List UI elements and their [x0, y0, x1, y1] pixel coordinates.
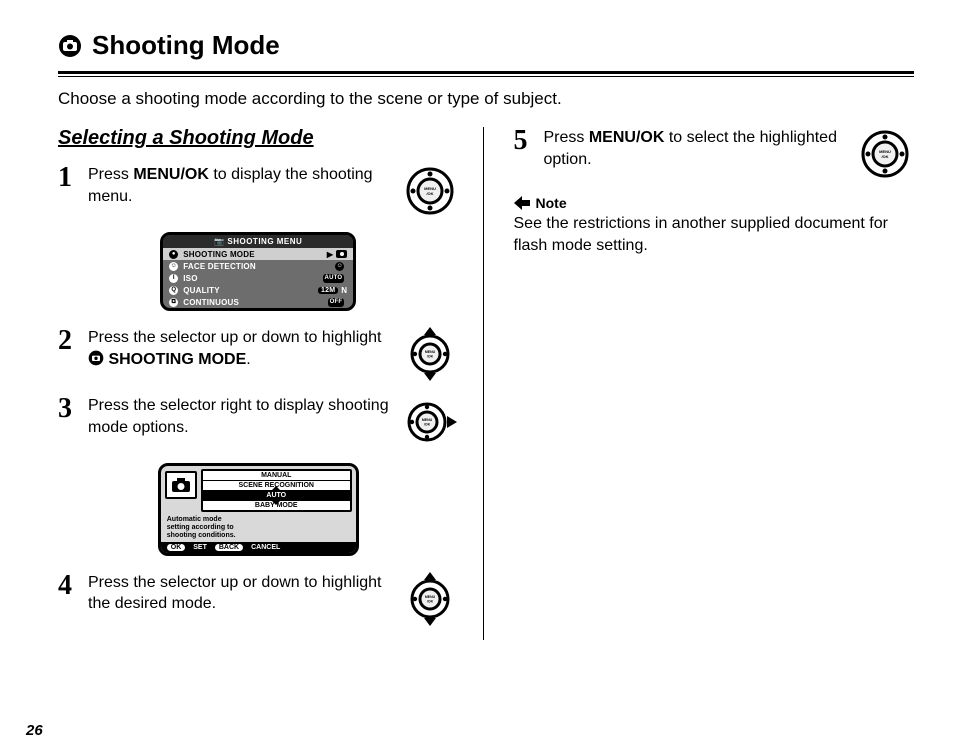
- intro-text: Choose a shooting mode according to the …: [58, 89, 914, 109]
- opt-footer: OK SET BACK CANCEL: [161, 542, 356, 553]
- step-1: 1 Press MENU/OK to display the shooting …: [58, 164, 459, 218]
- opt-description: Automatic mode setting according to shoo…: [161, 512, 356, 541]
- left-column: Selecting a Shooting Mode 1 Press MENU/O…: [58, 127, 484, 640]
- step-number: 3: [58, 395, 78, 423]
- step-body: Press the selector up or down to highlig…: [88, 327, 391, 370]
- svg-text:MENU: MENU: [424, 350, 435, 354]
- step-body: Press the selector up or down to highlig…: [88, 572, 391, 615]
- page-number: 26: [26, 722, 43, 739]
- step-body: Press MENU/OK to select the highlighted …: [544, 127, 847, 170]
- page-title: Shooting Mode: [58, 30, 914, 65]
- opt-item: MANUAL: [203, 471, 350, 481]
- step-3: 3 Press the selector right to display sh…: [58, 395, 459, 449]
- step-4: 4 Press the selector up or down to highl…: [58, 572, 459, 626]
- opt-item-selected: AUTO: [203, 491, 350, 501]
- svg-text:/OK: /OK: [423, 423, 430, 427]
- svg-text:/OK: /OK: [426, 355, 433, 359]
- selector-dial-center-icon: MENU /OK: [858, 127, 912, 181]
- menu-row-iso: IISO AUTO: [163, 272, 353, 284]
- svg-text:/OK: /OK: [426, 191, 433, 196]
- svg-text:MENU: MENU: [424, 595, 435, 599]
- opt-cam-icon: [165, 471, 197, 499]
- section-subhead: Selecting a Shooting Mode: [58, 127, 459, 150]
- step-body: Press the selector right to display shoo…: [88, 395, 391, 438]
- step-number: 4: [58, 572, 78, 600]
- step-number: 1: [58, 164, 78, 192]
- shooting-mode-options-screenshot: MANUAL SCENE RECOGNITION AUTO BABY MODE …: [158, 463, 359, 555]
- camera-icon: [58, 34, 82, 58]
- shooting-menu-screenshot: 📷 SHOOTING MENU ●SHOOTING MODE ▶ ☺FACE D…: [160, 232, 356, 311]
- right-column: 5 Press MENU/OK to select the highlighte…: [514, 127, 915, 640]
- title-text: Shooting Mode: [92, 30, 280, 61]
- pointer-left-icon: [514, 196, 530, 210]
- menu-row-quality: QQUALITY 12MN: [163, 284, 353, 296]
- menu-row-face-detection: ☺FACE DETECTION ☺: [163, 260, 353, 272]
- note-body: See the restrictions in another supplied…: [514, 213, 915, 256]
- menu-header: 📷 SHOOTING MENU: [163, 235, 353, 248]
- step-number: 2: [58, 327, 78, 355]
- menu-row-continuous: ⧉CONTINUOUS OFF: [163, 296, 353, 308]
- note-heading: Note: [514, 195, 915, 211]
- menu-row-shooting-mode: ●SHOOTING MODE ▶: [163, 248, 353, 260]
- selector-dial-center-icon: MENU /OK: [403, 164, 457, 218]
- svg-text:/OK: /OK: [426, 599, 433, 603]
- step-5: 5 Press MENU/OK to select the highlighte…: [514, 127, 915, 181]
- camera-icon: [88, 350, 104, 366]
- step-number: 5: [514, 127, 534, 155]
- selector-dial-updown-icon: MENU /OK: [403, 572, 457, 626]
- selector-dial-updown-icon: MENU /OK: [403, 327, 457, 381]
- svg-text:/OK: /OK: [881, 154, 888, 159]
- step-2: 2 Press the selector up or down to highl…: [58, 327, 459, 381]
- step-body: Press MENU/OK to display the shooting me…: [88, 164, 391, 207]
- svg-text:MENU: MENU: [421, 418, 432, 422]
- title-rule-thin: [58, 76, 914, 77]
- title-rule: [58, 71, 914, 74]
- selector-dial-right-icon: MENU /OK: [403, 395, 457, 449]
